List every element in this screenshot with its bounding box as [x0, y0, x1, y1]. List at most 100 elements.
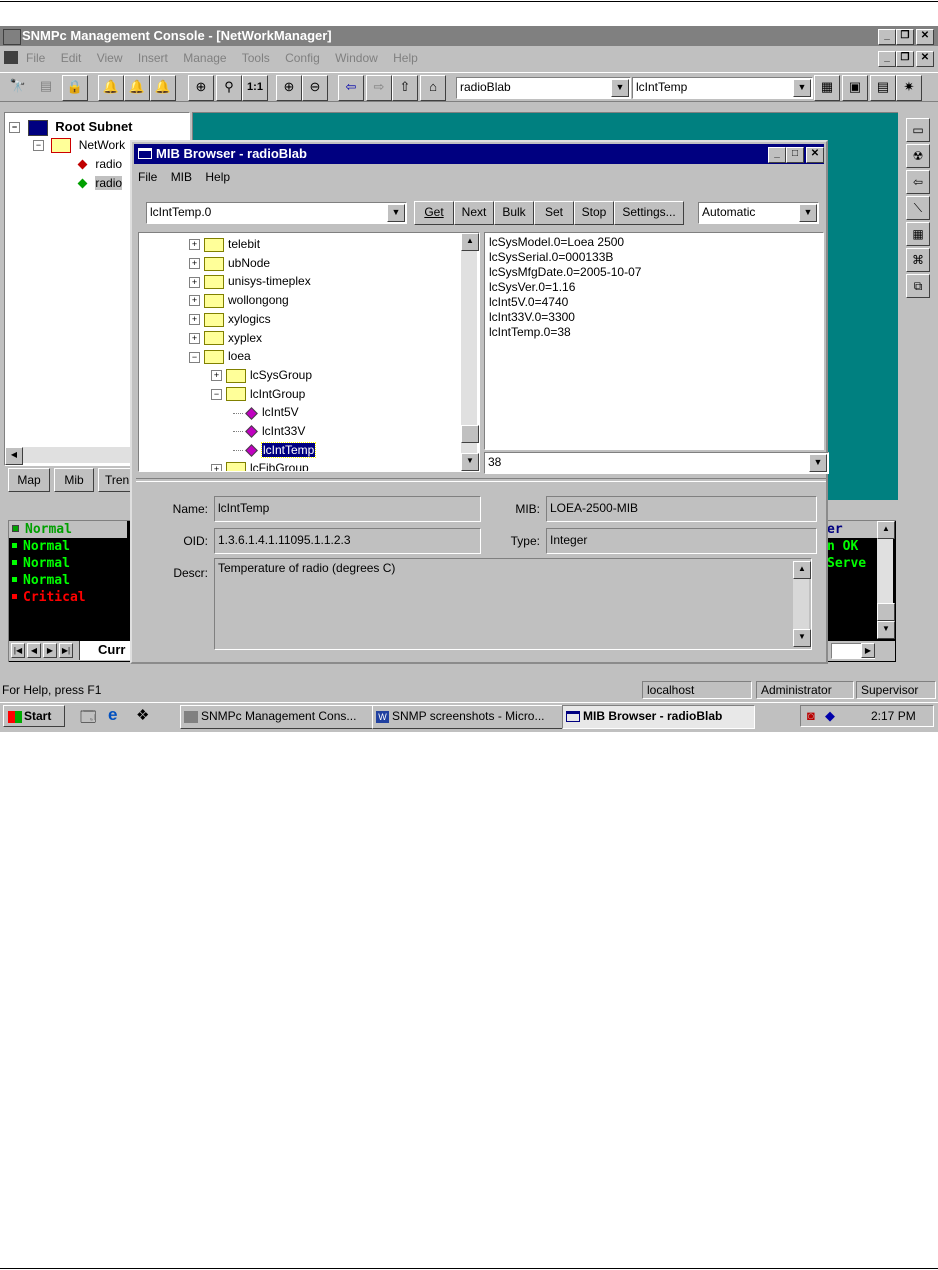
restore-button[interactable]: ❐ [896, 29, 914, 45]
result-line[interactable]: lcSysSerial.0=000133B [489, 250, 819, 265]
sun-icon[interactable]: ✷ [896, 75, 922, 101]
magnify-icon[interactable]: ⚲ [216, 75, 242, 101]
expand-icon[interactable]: + [189, 314, 200, 326]
tree-network[interactable]: − NetWork [33, 136, 125, 155]
mib-tree-item[interactable]: + xyplex [189, 329, 262, 348]
result-line[interactable]: lcIntTemp.0=38 [489, 325, 819, 340]
report-icon[interactable]: ▤ [870, 75, 896, 101]
menu-tools[interactable]: Tools [242, 51, 270, 65]
forward-arrow-icon[interactable]: ⇨ [366, 75, 392, 101]
result-line[interactable]: lcInt5V.0=4740 [489, 295, 819, 310]
event-row[interactable]: Normal [9, 521, 127, 538]
graph-icon[interactable]: ▣ [842, 75, 868, 101]
next-button[interactable]: Next [454, 201, 494, 225]
bells-icon[interactable]: 🔔 [150, 75, 176, 101]
child-minimize-button[interactable]: _ [878, 51, 896, 67]
mib-tree-item[interactable]: − lcIntGroup [211, 385, 305, 404]
hierarchy-icon[interactable]: ⧉ [906, 274, 930, 298]
get-button[interactable]: Get [414, 201, 454, 225]
expand-icon[interactable]: + [211, 370, 222, 382]
mib-tree-vscrollbar[interactable]: ▲ ▼ [461, 233, 479, 471]
menu-insert[interactable]: Insert [138, 51, 168, 65]
scroll-left-icon[interactable]: ◀ [5, 447, 23, 465]
mib-tree-item[interactable]: + lcSysGroup [211, 366, 312, 385]
bell-icon[interactable]: 🔔 [124, 75, 150, 101]
scroll-up-icon[interactable]: ▲ [877, 521, 895, 539]
minimize-button[interactable]: _ [768, 147, 786, 163]
event-vscrollbar[interactable]: ▲ ▼ [877, 521, 895, 639]
ie-icon[interactable]: e [108, 705, 117, 725]
last-tab-icon[interactable]: ▶| [59, 643, 73, 658]
mib-menu-mib[interactable]: MIB [171, 170, 192, 184]
chevron-down-icon[interactable]: ▼ [799, 204, 817, 222]
chevron-down-icon[interactable]: ▼ [793, 79, 811, 97]
mib-tree-item[interactable]: + unisys-timeplex [189, 272, 311, 291]
event-row[interactable]: Critical [9, 589, 127, 606]
scroll-down-icon[interactable]: ▼ [461, 453, 479, 471]
close-button[interactable]: ✕ [916, 29, 934, 45]
type-field[interactable]: Integer [546, 528, 817, 554]
binoculars-icon[interactable]: 🔭 [6, 75, 30, 99]
expand-icon[interactable]: + [189, 276, 200, 288]
mib-tree-item[interactable]: lcIntTemp [233, 441, 317, 460]
mib-tree-item[interactable]: + telebit [189, 235, 260, 254]
menu-config[interactable]: Config [285, 51, 320, 65]
open-icon[interactable]: ▤ [34, 75, 58, 99]
name-field[interactable]: lcIntTemp [214, 496, 481, 522]
event-row[interactable]: Normal [9, 572, 127, 589]
scroll-up-icon[interactable]: ▲ [461, 233, 479, 251]
network-tray-icon[interactable]: ◙ [807, 708, 815, 723]
result-line[interactable]: lcInt33V.0=3300 [489, 310, 819, 325]
chevron-down-icon[interactable]: ▼ [611, 79, 629, 97]
splitter[interactable] [136, 478, 826, 482]
menu-edit[interactable]: Edit [61, 51, 82, 65]
set-button[interactable]: Set [534, 201, 574, 225]
expand-icon[interactable]: + [189, 239, 200, 251]
menu-file[interactable]: File [26, 51, 45, 65]
network-icon[interactable]: ⌘ [906, 248, 930, 272]
mib-tree-item[interactable]: + xylogics [189, 310, 271, 329]
collapse-icon[interactable]: − [33, 140, 44, 152]
subnet-grid-icon[interactable]: ▦ [906, 222, 930, 246]
result-line[interactable]: lcSysModel.0=Loea 2500 [489, 235, 819, 250]
mib-tree-item[interactable]: + wollongong [189, 291, 289, 310]
menu-view[interactable]: View [97, 51, 123, 65]
result-line[interactable]: lcSysMfgDate.0=2005-10-07 [489, 265, 819, 280]
chevron-down-icon[interactable]: ▼ [809, 454, 827, 472]
event-row[interactable]: Normal [9, 538, 127, 555]
channels-icon[interactable]: ❖ [136, 706, 149, 724]
collapse-icon[interactable]: − [189, 351, 200, 363]
mib-tree-item[interactable]: lcInt33V [233, 422, 305, 441]
expand-icon[interactable]: + [189, 258, 200, 270]
mib-tree-item[interactable]: − loea [189, 347, 251, 366]
table-icon[interactable]: ▦ [814, 75, 840, 101]
stop-button[interactable]: Stop [574, 201, 614, 225]
event-row[interactable]: Normal [9, 555, 127, 572]
menu-window[interactable]: Window [335, 51, 378, 65]
task-word[interactable]: W SNMP screenshots - Micro... [372, 705, 563, 729]
mib-tree-item[interactable]: + ubNode [189, 254, 270, 273]
expand-icon[interactable]: + [189, 332, 200, 344]
device-combo[interactable]: radioBlab ▼ [456, 77, 631, 99]
result-line[interactable]: lcSysVer.0=1.16 [489, 280, 819, 295]
scroll-down-icon[interactable]: ▼ [877, 621, 895, 639]
mib-menu-help[interactable]: Help [205, 170, 230, 184]
menu-help[interactable]: Help [393, 51, 418, 65]
maximize-button[interactable]: □ [786, 147, 804, 163]
value-combo[interactable]: 38 ▼ [484, 452, 829, 474]
tab-mib[interactable]: Mib [54, 468, 94, 492]
mib-tree-item[interactable]: lcInt5V [233, 403, 299, 422]
alarm-bell-icon[interactable]: 🔔 [98, 75, 124, 101]
tree-leaf-radio-2[interactable]: radio [75, 174, 123, 193]
child-restore-button[interactable]: ❐ [896, 51, 914, 67]
link-icon[interactable]: ⟍ [906, 196, 930, 220]
descr-field[interactable]: Temperature of radio (degrees C) ▲ ▼ [214, 558, 812, 650]
first-tab-icon[interactable]: |◀ [11, 643, 25, 658]
device-icon[interactable]: ▭ [906, 118, 930, 142]
tab-current[interactable]: Curr [79, 641, 135, 660]
prev-tab-icon[interactable]: ◀ [27, 643, 41, 658]
collapse-icon[interactable]: − [211, 388, 222, 400]
settings-button[interactable]: Settings... [614, 201, 684, 225]
oid-combo[interactable]: lcIntTemp.0 ▼ [146, 202, 407, 224]
start-button[interactable]: Start [3, 705, 65, 727]
